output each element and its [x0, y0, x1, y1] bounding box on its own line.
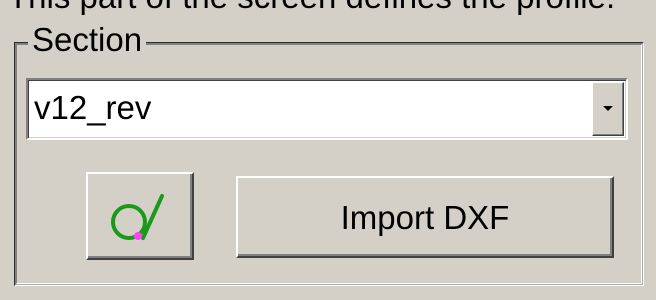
section-profile-select[interactable]: v12_rev — [26, 78, 628, 140]
section-profile-value: v12_rev — [34, 89, 152, 126]
circle-line-profile-icon — [111, 194, 164, 240]
profile-tool-button[interactable] — [86, 172, 194, 260]
import-dxf-button[interactable]: Import DXF — [236, 176, 614, 258]
screen-caption: This part of the screen defines the prof… — [8, 0, 615, 16]
import-dxf-label: Import DXF — [340, 199, 510, 236]
chevron-down-icon — [603, 106, 613, 111]
dropdown-button[interactable] — [592, 82, 624, 136]
section-title: Section — [28, 20, 147, 60]
